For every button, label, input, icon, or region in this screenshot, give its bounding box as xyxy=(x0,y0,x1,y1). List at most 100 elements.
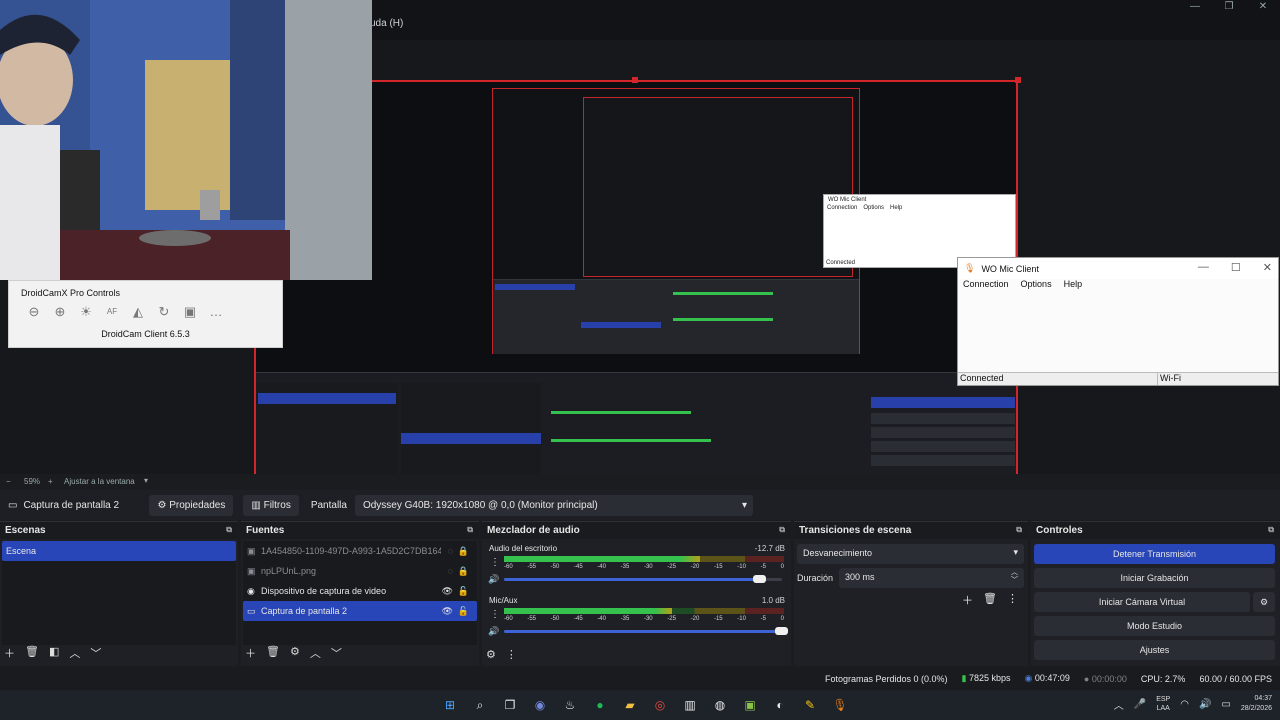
volume-slider-handle[interactable] xyxy=(775,627,788,635)
minimize-icon[interactable]: — xyxy=(1198,261,1209,274)
autofocus-icon[interactable]: AF xyxy=(102,302,122,322)
eye-icon[interactable]: 👁 xyxy=(442,606,453,617)
add-icon[interactable]: ＋ xyxy=(962,592,973,608)
display-select[interactable]: Odyssey G40B: 1920x1080 @ 0,0 (Monitor p… xyxy=(354,494,753,516)
filters-button[interactable]: ▥ Filtros xyxy=(243,494,299,516)
volume-slider[interactable] xyxy=(504,575,782,583)
menu-dots-icon[interactable]: ⋮ xyxy=(1007,592,1018,608)
eye-off-icon[interactable]: ◌ xyxy=(448,566,453,576)
spin-arrows-icon[interactable]: ︿ ﹀ xyxy=(1011,569,1018,585)
resize-handle[interactable] xyxy=(1015,77,1021,83)
add-icon[interactable]: ＋ xyxy=(4,645,15,661)
volume-slider[interactable] xyxy=(504,627,788,635)
popout-icon[interactable]: ⧉ xyxy=(1268,525,1274,535)
discord-icon[interactable]: ◉ xyxy=(530,695,550,715)
popout-icon[interactable]: ⧉ xyxy=(1016,525,1022,535)
brightness-icon[interactable]: ☀ xyxy=(76,302,96,322)
popout-icon[interactable]: ⧉ xyxy=(779,525,785,535)
gear-icon[interactable]: ⚙ xyxy=(486,648,496,661)
popout-icon[interactable]: ⧉ xyxy=(226,525,232,535)
source-item[interactable]: ◉ Dispositivo de captura de video 👁 🔓 xyxy=(243,581,477,601)
menu-dots-icon[interactable]: ⋮ xyxy=(490,557,500,568)
keyboard-language[interactable]: ESP LAA xyxy=(1156,695,1170,713)
obs-icon[interactable]: ◍ xyxy=(710,695,730,715)
rotate-icon[interactable]: ↻ xyxy=(154,302,174,322)
trash-icon[interactable]: 🗑 xyxy=(266,645,280,661)
unlock-icon[interactable]: 🔓 xyxy=(458,606,469,617)
mirror-icon[interactable]: ◭ xyxy=(128,302,148,322)
eye-icon[interactable]: 👁 xyxy=(442,586,453,597)
audio-app-icon[interactable]: ▥ xyxy=(680,695,700,715)
search-icon[interactable]: ⌕ xyxy=(470,695,490,715)
chrome-icon[interactable]: ◎ xyxy=(650,695,670,715)
volume-icon[interactable]: 🔊 xyxy=(1199,699,1211,710)
studio-mode-button[interactable]: Modo Estudio xyxy=(1034,616,1275,636)
resize-handle[interactable] xyxy=(632,77,638,83)
trash-icon[interactable]: 🗑 xyxy=(983,592,997,608)
stop-stream-button[interactable]: Detener Transmisión xyxy=(1034,544,1275,564)
spotify-icon[interactable]: ● xyxy=(590,695,610,715)
trash-icon[interactable]: 🗑 xyxy=(25,645,39,661)
eye-off-icon[interactable]: ◌ xyxy=(448,546,453,556)
minimize-icon[interactable]: — xyxy=(1178,0,1212,14)
move-down-icon[interactable]: ﹀ xyxy=(90,645,101,661)
chevron-up-icon[interactable]: ︿ xyxy=(1114,697,1124,712)
menu-options[interactable]: Options xyxy=(1021,279,1052,293)
womic-window[interactable]: 🎙 WO Mic Client — ☐ ✕ Connection Options… xyxy=(957,257,1279,386)
more-icon[interactable]: … xyxy=(206,302,226,322)
file-explorer-icon[interactable]: ▰ xyxy=(620,695,640,715)
zoom-in-icon[interactable]: ⊕ xyxy=(50,302,70,322)
source-item[interactable]: ▣ 1A454850-1109-497D-A993-1A5D2C7DB164.p… xyxy=(243,541,477,561)
filter-icon[interactable]: ◧ xyxy=(49,645,59,661)
scene-item[interactable]: Escena xyxy=(2,541,236,561)
battery-icon[interactable]: ▭ xyxy=(1221,699,1230,710)
speaker-icon[interactable]: 🔊 xyxy=(488,626,499,637)
droidcam-icon[interactable]: ◐ xyxy=(770,695,790,715)
add-icon[interactable]: ＋ xyxy=(245,645,256,661)
mic-icon[interactable]: 🎙 xyxy=(830,695,850,715)
task-view-icon[interactable]: ❐ xyxy=(500,695,520,715)
lock-icon[interactable]: 🔒 xyxy=(458,546,469,557)
maximize-icon[interactable]: ❐ xyxy=(1212,0,1246,14)
settings-button[interactable]: Ajustes xyxy=(1034,640,1275,660)
start-recording-button[interactable]: Iniciar Grabación xyxy=(1034,568,1275,588)
move-down-icon[interactable]: ﹀ xyxy=(331,645,342,661)
gear-icon[interactable]: ⚙ xyxy=(290,645,300,661)
zoom-out-button[interactable]: − xyxy=(6,477,11,486)
virtual-camera-settings-button[interactable]: ⚙ xyxy=(1253,592,1275,612)
transition-select[interactable]: Desvanecimiento ▾ xyxy=(797,544,1024,564)
maximize-icon[interactable]: ☐ xyxy=(1231,261,1241,274)
menu-help[interactable]: Help xyxy=(1064,279,1083,293)
droidcam-controls-window[interactable]: DroidCamX Pro Controls ⊖ ⊕ ☀ AF ◭ ↻ ▣ … … xyxy=(8,280,283,348)
microphone-icon[interactable]: 🎤 xyxy=(1134,699,1146,710)
android-icon[interactable]: ▣ xyxy=(740,695,760,715)
fit-window-button[interactable]: Ajustar a la ventana xyxy=(64,477,135,486)
move-up-icon[interactable]: ︿ xyxy=(310,645,321,661)
jpg-icon[interactable]: ▣ xyxy=(180,302,200,322)
zoom-in-button[interactable]: + xyxy=(48,477,53,486)
unlock-icon[interactable]: 🔓 xyxy=(458,586,469,597)
speaker-icon[interactable]: 🔊 xyxy=(488,574,499,585)
popout-icon[interactable]: ⧉ xyxy=(467,525,473,535)
clock[interactable]: 04:37 28/2/2026 xyxy=(1241,694,1272,714)
windows-start-icon[interactable]: ⊞ xyxy=(440,695,460,715)
close-icon[interactable]: ✕ xyxy=(1246,0,1280,14)
steam-icon[interactable]: ♨ xyxy=(560,695,580,715)
start-virtual-camera-button[interactable]: Iniciar Cámara Virtual xyxy=(1034,592,1250,612)
wifi-icon[interactable]: ◠ xyxy=(1180,699,1189,710)
source-item[interactable]: ▭ Captura de pantalla 2 👁 🔓 xyxy=(243,601,477,621)
lock-icon[interactable]: 🔒 xyxy=(458,566,469,577)
move-up-icon[interactable]: ︿ xyxy=(69,645,80,661)
notepad-icon[interactable]: ✎ xyxy=(800,695,820,715)
properties-button[interactable]: ⚙ Propiedades xyxy=(149,494,234,516)
chevron-down-icon[interactable]: ▾ xyxy=(144,476,148,485)
source-item[interactable]: ▣ npLPUnL.png ◌ 🔒 xyxy=(243,561,477,581)
help-menu[interactable]: uda (H) xyxy=(370,18,403,29)
menu-dots-icon[interactable]: ⋮ xyxy=(506,648,517,661)
menu-connection[interactable]: Connection xyxy=(963,279,1009,293)
zoom-out-icon[interactable]: ⊖ xyxy=(24,302,44,322)
menu-dots-icon[interactable]: ⋮ xyxy=(490,609,500,620)
duration-spinbox[interactable]: 300 ms ︿ ﹀ xyxy=(839,568,1024,588)
volume-slider-handle[interactable] xyxy=(752,575,766,583)
close-icon[interactable]: ✕ xyxy=(1263,261,1272,274)
